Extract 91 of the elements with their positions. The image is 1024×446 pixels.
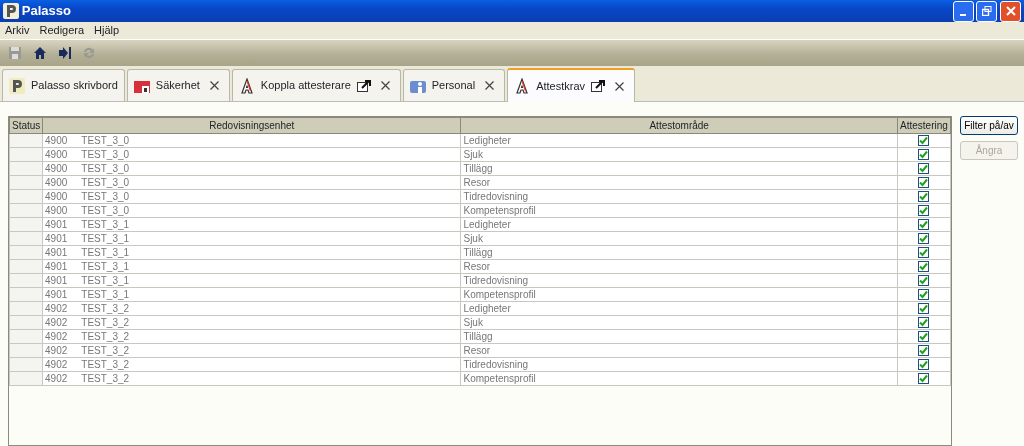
checkbox[interactable] [918,345,930,357]
tab[interactable]: Säkerhet [126,69,230,101]
checkbox[interactable] [918,275,930,287]
code-text: 4901 [45,274,68,286]
code-text: 4900 [45,162,68,174]
app-logo-icon [3,3,19,19]
unit-text: TEST_3_1 [81,274,130,286]
checkbox[interactable] [918,359,930,371]
restore-button[interactable] [976,0,998,22]
checkbox[interactable] [918,205,930,217]
window-title: Palasso [21,2,72,21]
column-header[interactable]: Attestering [897,117,951,134]
restore-icon [981,6,992,16]
checkbox[interactable] [918,303,930,315]
code-text: 4902 [45,358,68,370]
code-text: 4900 [45,204,68,216]
column-header[interactable]: Attestområde [460,117,898,134]
tab-label: Säkerhet [155,78,200,94]
unit-text: TEST_3_1 [81,246,130,258]
checkbox[interactable] [918,289,930,301]
detach-icon[interactable] [356,79,371,92]
minimize-button[interactable] [952,0,974,22]
checkbox[interactable] [918,135,930,147]
unit-text: TEST_3_0 [81,148,130,160]
checkbox[interactable] [918,331,930,343]
column-header[interactable]: Status [9,117,43,134]
close-icon[interactable] [485,81,495,90]
detach-icon[interactable] [591,80,606,92]
code-text: 4901 [45,232,68,244]
tab[interactable]: Palasso skrivbord [2,69,125,101]
close-icon[interactable] [615,81,625,91]
code-text: 4901 [45,260,68,272]
unit-text: TEST_3_1 [81,288,130,300]
minimize-icon [960,13,966,16]
tab-label: Personal [431,78,476,94]
app-logo-icon [9,77,25,94]
code-text: 4901 [45,246,68,258]
code-text: 4900 [45,176,68,188]
unit-text: TEST_3_2 [81,316,130,328]
menu-item[interactable]: Arkiv [0,21,35,40]
close-icon [1005,6,1016,16]
unit-text: TEST_3_0 [81,190,130,202]
unit-text: TEST_3_2 [81,302,130,314]
unit-text: TEST_3_0 [81,134,130,146]
unit-text: TEST_3_2 [81,358,130,370]
tab[interactable]: Attestkrav [507,68,636,102]
tab-label: Palasso skrivbord [31,78,118,94]
code-text: 4901 [45,218,68,230]
checkbox[interactable] [918,317,930,329]
code-text: 4900 [45,190,68,202]
code-text: 4902 [45,316,68,328]
checkbox[interactable] [918,191,930,203]
exit-icon [56,45,73,61]
code-text: 4900 [45,134,68,146]
tab-label: Koppla attesterare [260,78,351,94]
action-button[interactable]: Filter på/av [960,116,1018,135]
code-text: 4902 [45,302,68,314]
close-icon[interactable] [380,81,390,90]
checkbox[interactable] [918,247,930,259]
checkbox[interactable] [918,373,930,385]
unit-text: TEST_3_1 [81,218,130,230]
checkbox[interactable] [918,163,930,175]
menu-item[interactable]: Redigera [34,21,90,40]
unit-text: TEST_3_1 [81,260,130,272]
checkbox[interactable] [918,177,930,189]
tab[interactable]: Personal [402,69,506,101]
code-text: 4902 [45,330,68,342]
checkbox[interactable] [918,149,930,161]
save-icon [7,45,23,61]
checkbox[interactable] [918,261,930,273]
column-header[interactable]: Redovisningsenhet [42,117,461,134]
close-button[interactable] [1000,0,1021,22]
letter-icon [514,78,531,94]
checkbox[interactable] [918,219,930,231]
code-text: 4901 [45,288,68,300]
unit-text: TEST_3_2 [81,372,130,384]
unit-text: TEST_3_2 [81,344,130,356]
unit-text: TEST_3_0 [81,176,130,188]
close-icon[interactable] [209,81,219,90]
unit-text: TEST_3_0 [81,204,130,216]
code-text: 4902 [45,344,68,356]
menu-item[interactable]: Hjälp [89,21,125,40]
letter-icon [238,77,255,94]
code-text: 4902 [45,372,68,384]
unit-text: TEST_3_1 [81,232,130,244]
tab[interactable]: Koppla attesterare [231,69,401,101]
code-text: 4900 [45,148,68,160]
tab-label: Attestkrav [536,78,586,94]
unit-text: TEST_3_2 [81,330,130,342]
checkbox[interactable] [918,233,930,245]
unit-text: TEST_3_0 [81,162,130,174]
